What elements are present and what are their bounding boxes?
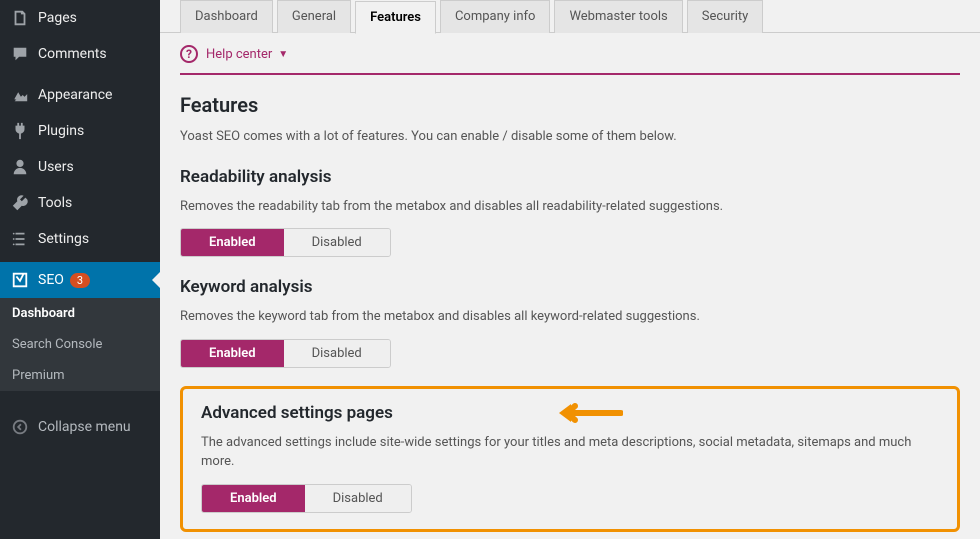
features-intro: Yoast SEO comes with a lot of features. … bbox=[180, 127, 960, 147]
sidebar-sub-dashboard[interactable]: Dashboard bbox=[0, 298, 160, 329]
advanced-enabled[interactable]: Enabled bbox=[202, 485, 305, 512]
sidebar-item-plugins[interactable]: Plugins bbox=[0, 113, 160, 149]
tab-general[interactable]: General bbox=[277, 0, 351, 33]
tab-features[interactable]: Features bbox=[355, 1, 436, 34]
sidebar-item-label: Plugins bbox=[38, 123, 84, 139]
tab-webmaster-tools[interactable]: Webmaster tools bbox=[554, 0, 682, 33]
yoast-icon bbox=[10, 270, 30, 290]
tab-company-info[interactable]: Company info bbox=[440, 0, 550, 33]
readability-heading: Readability analysis bbox=[180, 167, 960, 187]
admin-sidebar: Pages Comments Appearance Plugins Users … bbox=[0, 0, 160, 539]
collapse-icon bbox=[10, 417, 30, 437]
collapse-menu[interactable]: Collapse menu bbox=[0, 409, 160, 445]
sidebar-sub-premium[interactable]: Premium bbox=[0, 360, 160, 391]
sidebar-item-label: SEO bbox=[38, 272, 64, 288]
help-center-toggle[interactable]: ? Help center ▼ bbox=[180, 45, 960, 75]
users-icon bbox=[10, 157, 30, 177]
help-icon: ? bbox=[180, 45, 198, 63]
tools-icon bbox=[10, 193, 30, 213]
sidebar-item-comments[interactable]: Comments bbox=[0, 36, 160, 72]
arrow-annotation-icon bbox=[553, 399, 623, 431]
help-center-label: Help center bbox=[206, 47, 272, 62]
advanced-toggle: Enabled Disabled bbox=[201, 484, 412, 513]
advanced-highlight: Advanced settings pages The advanced set… bbox=[180, 386, 960, 532]
sidebar-item-label: Settings bbox=[38, 231, 89, 247]
settings-icon bbox=[10, 229, 30, 249]
tab-strip: Dashboard General Features Company info … bbox=[160, 0, 980, 33]
sidebar-item-label: Appearance bbox=[38, 87, 112, 103]
tab-dashboard[interactable]: Dashboard bbox=[180, 0, 273, 33]
pages-icon bbox=[10, 8, 30, 28]
readability-toggle: Enabled Disabled bbox=[180, 228, 391, 257]
sidebar-item-pages[interactable]: Pages bbox=[0, 0, 160, 36]
caret-down-icon: ▼ bbox=[278, 49, 288, 60]
features-panel: Features Yoast SEO comes with a lot of f… bbox=[160, 75, 980, 539]
sidebar-item-seo[interactable]: SEO 3 bbox=[0, 262, 160, 298]
main-content: Dashboard General Features Company info … bbox=[160, 0, 980, 539]
tab-security[interactable]: Security bbox=[687, 0, 764, 33]
keyword-enabled[interactable]: Enabled bbox=[181, 340, 284, 367]
sidebar-item-users[interactable]: Users bbox=[0, 149, 160, 185]
keyword-heading: Keyword analysis bbox=[180, 277, 960, 297]
keyword-desc: Removes the keyword tab from the metabox… bbox=[180, 307, 960, 327]
comments-icon bbox=[10, 44, 30, 64]
sidebar-item-tools[interactable]: Tools bbox=[0, 185, 160, 221]
sidebar-item-settings[interactable]: Settings bbox=[0, 221, 160, 257]
sidebar-item-appearance[interactable]: Appearance bbox=[0, 77, 160, 113]
keyword-toggle: Enabled Disabled bbox=[180, 339, 391, 368]
plugins-icon bbox=[10, 121, 30, 141]
readability-disabled[interactable]: Disabled bbox=[284, 229, 390, 256]
readability-desc: Removes the readability tab from the met… bbox=[180, 197, 960, 217]
sidebar-item-label: Comments bbox=[38, 46, 107, 62]
page-title: Features bbox=[180, 93, 960, 117]
advanced-desc: The advanced settings include site-wide … bbox=[201, 433, 939, 472]
readability-enabled[interactable]: Enabled bbox=[181, 229, 284, 256]
sidebar-item-label: Tools bbox=[38, 195, 72, 211]
sidebar-item-label: Users bbox=[38, 159, 74, 175]
sidebar-item-label: Pages bbox=[38, 10, 77, 26]
advanced-disabled[interactable]: Disabled bbox=[305, 485, 411, 512]
appearance-icon bbox=[10, 85, 30, 105]
seo-badge: 3 bbox=[70, 273, 90, 288]
collapse-label: Collapse menu bbox=[38, 419, 131, 435]
sidebar-sub-search-console[interactable]: Search Console bbox=[0, 329, 160, 360]
keyword-disabled[interactable]: Disabled bbox=[284, 340, 390, 367]
